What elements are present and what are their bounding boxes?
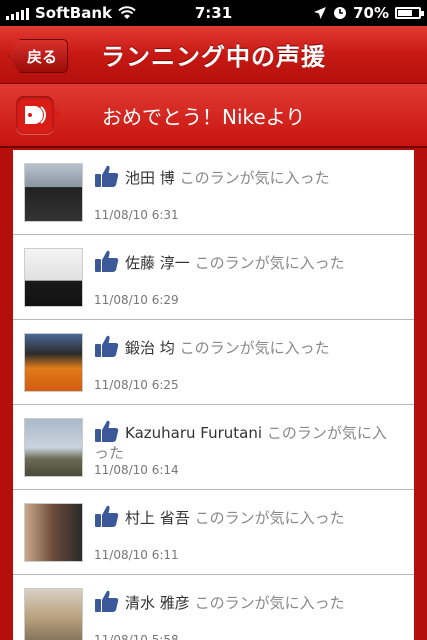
location-arrow-icon [314,7,327,19]
alarm-clock-icon [334,7,347,19]
user-name: 村上 省吾 [125,509,190,527]
list-item[interactable]: Kazuharu Furutani このランが気に入った 11/08/10 6:… [13,405,414,490]
timestamp: 11/08/10 6:11 [94,548,179,562]
avatar [24,333,83,392]
status-bar: SoftBank 7:31 70% [0,0,427,26]
list-item[interactable]: 村上 省吾 このランが気に入った 11/08/10 6:11 [13,490,414,575]
cheer-banner: おめでとう！Nikeより [0,84,427,148]
navigation-bar: 戻る ランニング中の声援 [0,26,427,84]
avatar [24,163,83,222]
like-action-text: このランが気に入った [179,169,330,187]
timestamp: 11/08/10 6:14 [94,463,179,477]
signal-strength-icon [6,6,29,20]
user-name: 佐藤 淳一 [125,254,190,272]
timestamp: 11/08/10 6:31 [94,208,179,222]
timestamp: 11/08/10 6:25 [94,378,179,392]
user-name: 池田 博 [125,169,175,187]
user-name: 鍛治 均 [125,339,175,357]
list-item[interactable]: 清水 雅彦 このランが気に入った 11/08/10 5:58 [13,575,414,640]
avatar [24,248,83,307]
carrier-name: SoftBank [35,4,113,22]
avatar [24,588,83,640]
cheer-list[interactable]: 池田 博 このランが気に入った 11/08/10 6:31 佐藤 淳一 このラン… [13,150,414,640]
timestamp: 11/08/10 6:29 [94,293,179,307]
page-title: ランニング中の声援 [101,43,326,71]
battery-icon [395,7,424,19]
user-name: 清水 雅彦 [125,594,190,612]
like-action-text: このランが気に入った [194,509,345,527]
banner-message: おめでとう！Nikeより [102,104,306,129]
speaker-icon [16,96,62,134]
back-button[interactable]: 戻る [8,39,69,73]
like-action-text: このランが気に入った [179,339,330,357]
list-item[interactable]: 鍛治 均 このランが気に入った 11/08/10 6:25 [13,320,414,405]
list-item[interactable]: 佐藤 淳一 このランが気に入った 11/08/10 6:29 [13,235,414,320]
like-action-text: このランが気に入った [194,254,345,272]
wifi-icon [118,6,136,19]
battery-percent: 70% [353,4,389,22]
list-item[interactable]: 池田 博 このランが気に入った 11/08/10 6:31 [13,150,414,235]
like-action-text: このランが気に入った [194,594,345,612]
user-name: Kazuharu Furutani [125,424,263,442]
avatar [24,503,83,562]
avatar [24,418,83,477]
timestamp: 11/08/10 5:58 [94,633,179,640]
